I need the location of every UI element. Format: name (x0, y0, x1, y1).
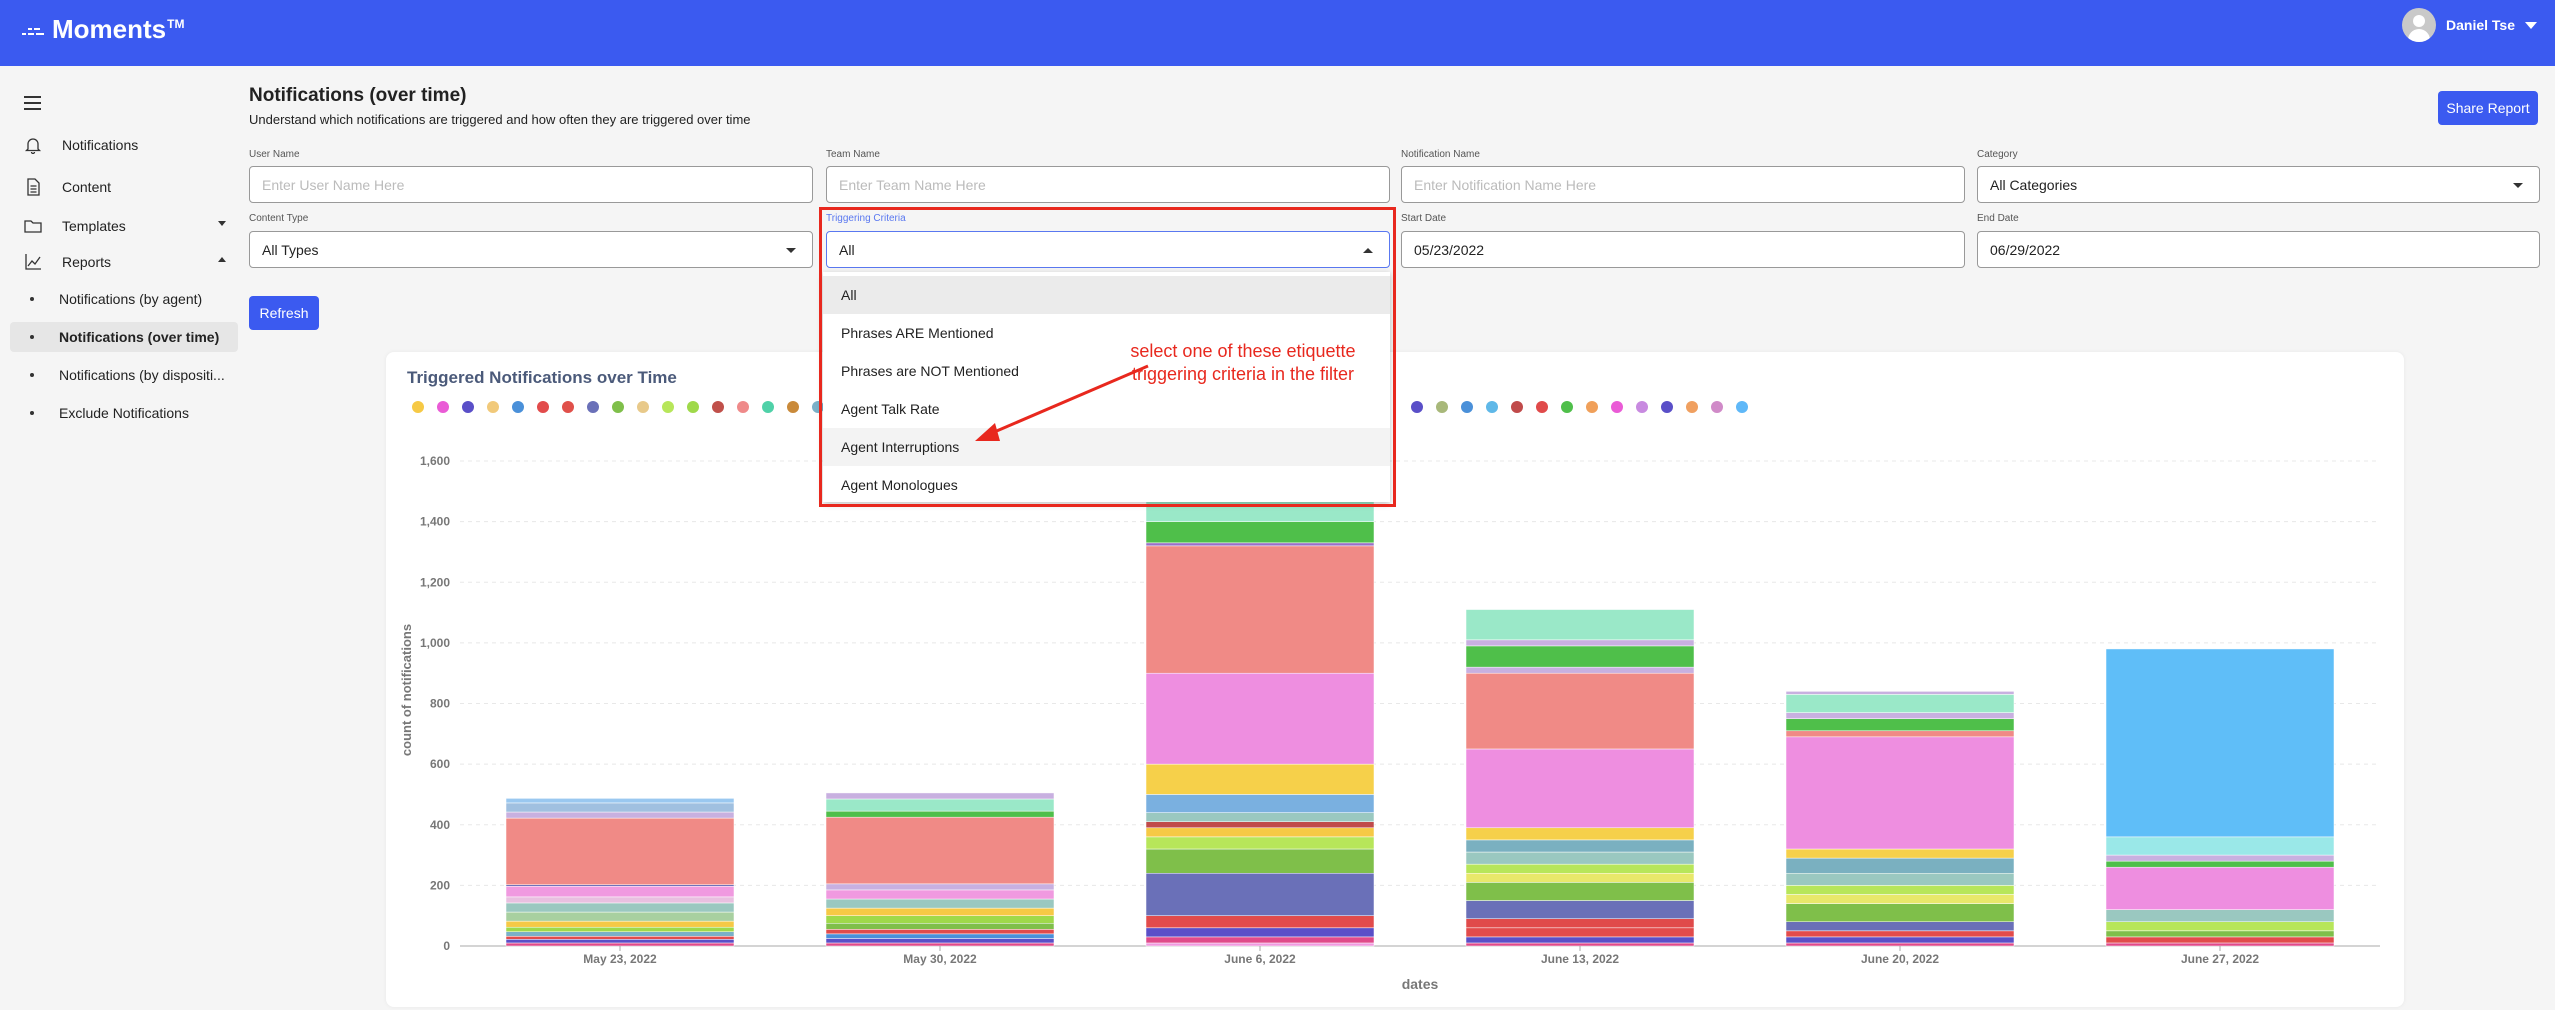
annotation-arrow (975, 364, 1149, 441)
arrow-head-icon (975, 423, 1000, 441)
arrow-line (984, 364, 1149, 438)
